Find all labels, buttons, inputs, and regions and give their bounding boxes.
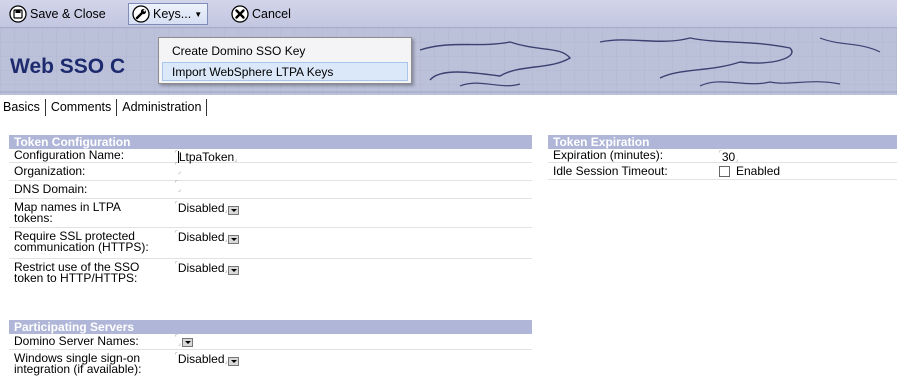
dropdown-arrow-icon[interactable] (228, 205, 240, 215)
windows-sso-label: Windows single sign-on integration (if a… (14, 351, 142, 376)
form-title: Web SSO C (10, 55, 126, 78)
token-configuration-section: Token Configuration Configuration Name: … (9, 135, 532, 289)
require-ssl-select[interactable]: ⌜ Disabled ⌟ (175, 231, 240, 244)
windows-sso-row: Windows single sign-on integration (if a… (9, 350, 532, 380)
configuration-name-field[interactable]: ⌜ LtpaToken ⌟ (175, 151, 237, 163)
checkbox[interactable] (719, 165, 730, 177)
chevron-down-icon: ▼ (194, 9, 203, 19)
restrict-use-row: Restrict use of the SSO token to HTTP/HT… (9, 259, 532, 289)
domino-server-names-label: Domino Server Names: (14, 334, 139, 348)
expiration-value: 30 (721, 150, 736, 164)
save-close-label: Save & Close (30, 7, 106, 21)
tab-comments[interactable]: Comments (46, 98, 118, 116)
dropdown-arrow-icon[interactable] (228, 265, 240, 275)
world-map-graphic (0, 28, 897, 95)
organization-field[interactable]: ⌜ ⌟ (175, 163, 181, 175)
windows-sso-select[interactable]: ⌜ Disabled ⌟ (175, 353, 240, 366)
idle-timeout-row: Idle Session Timeout: Enabled (548, 163, 897, 180)
section-header: Participating Servers (9, 320, 532, 334)
dropdown-arrow-icon[interactable] (228, 234, 240, 244)
organization-row: Organization: ⌜ ⌟ (9, 163, 532, 181)
form-tabs: Basics Comments Administration (0, 97, 208, 117)
token-expiration-section: Token Expiration Expiration (minutes): ⌜… (548, 135, 897, 180)
action-bar: Save & Close Keys... ▼ Cancel (0, 0, 897, 28)
save-icon (9, 5, 27, 23)
form-banner: Web SSO C (0, 28, 897, 95)
organization-label: Organization: (14, 164, 86, 178)
dns-domain-field[interactable]: ⌜ ⌟ (175, 181, 181, 193)
domino-server-names-field[interactable]: ⌜ ⌟ (175, 335, 193, 347)
configuration-name-row: Configuration Name: ⌜ LtpaToken ⌟ (9, 149, 532, 163)
cancel-button[interactable]: Cancel (228, 3, 296, 25)
idle-timeout-enabled-checkbox[interactable]: Enabled (719, 165, 780, 177)
require-ssl-label: Require SSL protected communication (HTT… (14, 229, 149, 254)
domino-web-sso-form: Save & Close Keys... ▼ Cancel Web SSO C … (0, 0, 897, 381)
participating-servers-section: Participating Servers Domino Server Name… (9, 320, 532, 380)
restrict-use-label: Restrict use of the SSO token to HTTP/HT… (14, 260, 140, 285)
keys-menu-button[interactable]: Keys... ▼ (128, 3, 209, 25)
cancel-icon (231, 5, 249, 23)
dns-domain-row: DNS Domain: ⌜ ⌟ (9, 181, 532, 199)
wrench-icon (132, 5, 150, 23)
restrict-use-select[interactable]: ⌜ Disabled ⌟ (175, 262, 240, 275)
map-names-row: Map names in LTPA tokens: ⌜ Disabled ⌟ (9, 199, 532, 228)
configuration-name-value: LtpaToken (178, 150, 235, 164)
keys-dropdown-menu: Create Domino SSO Key Import WebSphere L… (158, 37, 412, 84)
dropdown-arrow-icon[interactable] (181, 338, 193, 347)
keys-label: Keys... (153, 7, 192, 21)
menu-item-create-domino-sso-key[interactable]: Create Domino SSO Key (162, 41, 408, 60)
map-names-label: Map names in LTPA tokens: (14, 200, 121, 225)
cancel-label: Cancel (252, 7, 291, 21)
tab-basics[interactable]: Basics (0, 98, 46, 116)
tab-administration[interactable]: Administration (117, 98, 208, 116)
section-header: Token Configuration (9, 135, 532, 149)
map-names-select[interactable]: ⌜ Disabled ⌟ (175, 202, 240, 215)
dns-domain-label: DNS Domain: (14, 182, 88, 196)
expiration-label: Expiration (minutes): (553, 148, 664, 162)
idle-timeout-label: Idle Session Timeout: (553, 164, 668, 178)
configuration-name-label: Configuration Name: (14, 148, 125, 162)
expiration-row: Expiration (minutes): ⌜ 30 ⌟ (548, 149, 897, 163)
expiration-field[interactable]: ⌜ 30 ⌟ (719, 151, 738, 163)
domino-server-names-row: Domino Server Names: ⌜ ⌟ (9, 334, 532, 350)
menu-item-import-websphere-ltpa-keys[interactable]: Import WebSphere LTPA Keys (162, 62, 408, 81)
save-close-button[interactable]: Save & Close (6, 3, 111, 25)
require-ssl-row: Require SSL protected communication (HTT… (9, 228, 532, 259)
section-header: Token Expiration (548, 135, 897, 149)
dropdown-arrow-icon[interactable] (228, 356, 240, 366)
